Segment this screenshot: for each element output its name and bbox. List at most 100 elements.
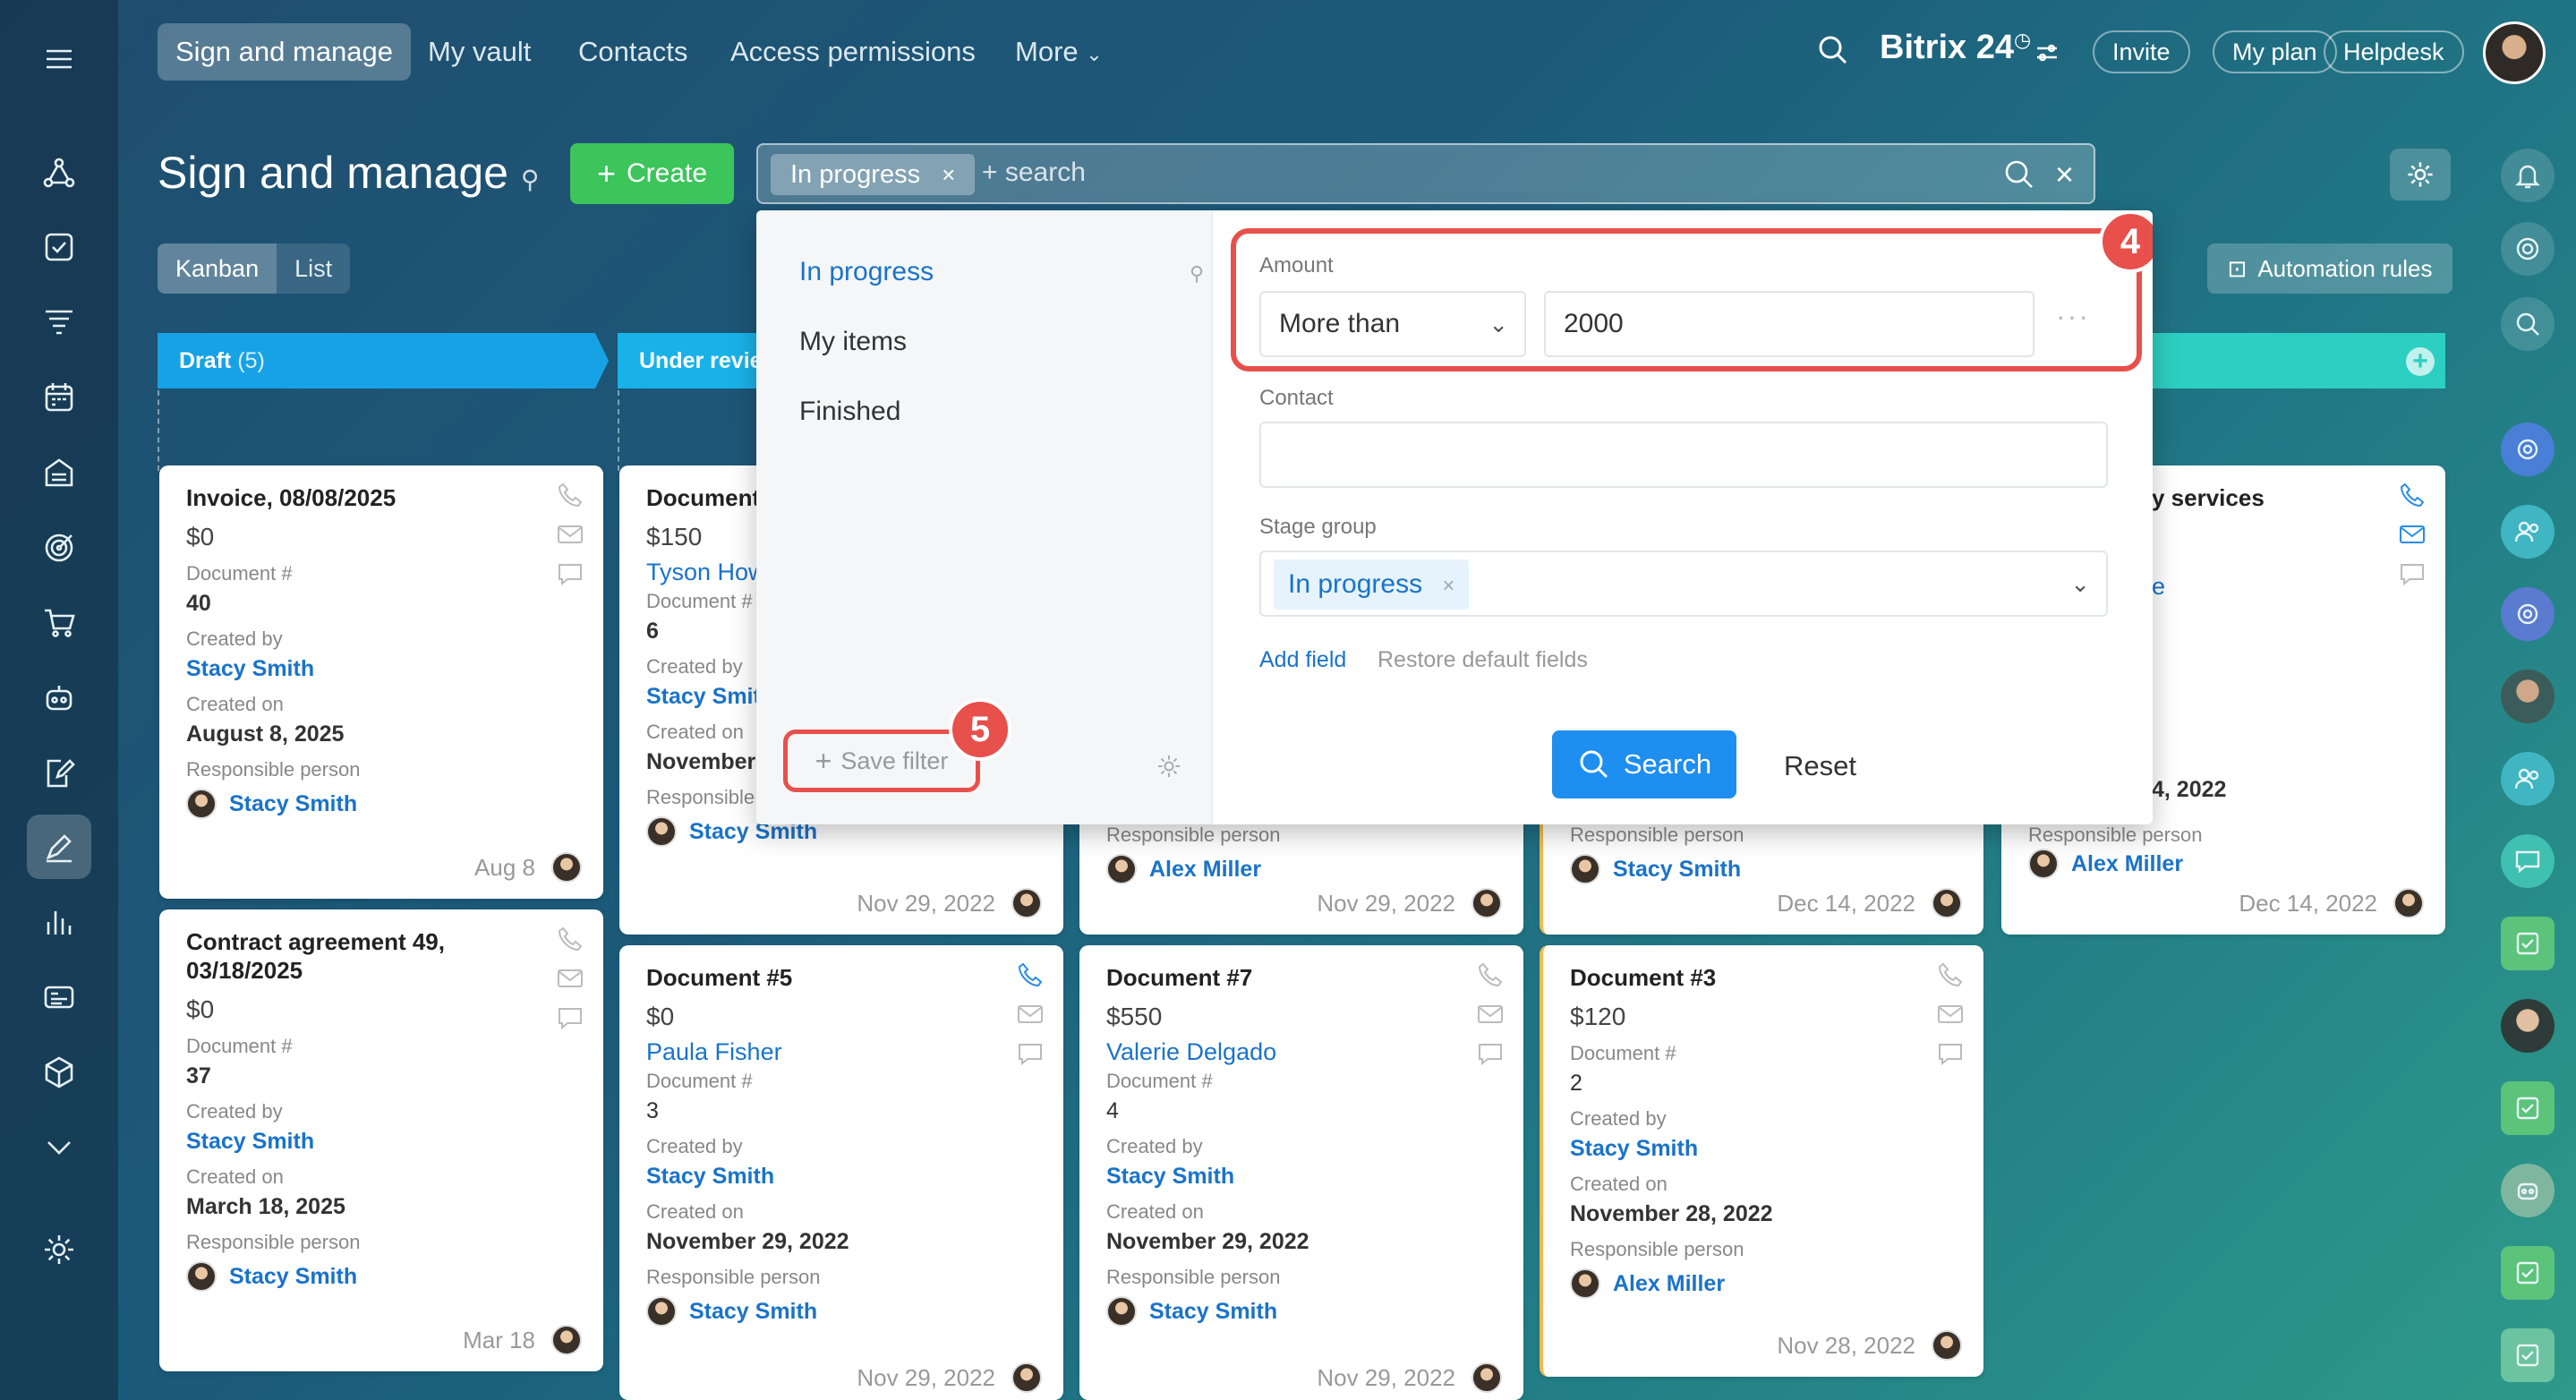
- mail-icon[interactable]: [555, 963, 585, 994]
- analytics-icon[interactable]: [27, 890, 91, 954]
- column-header-services[interactable]: +: [2153, 333, 2445, 388]
- phone-icon[interactable]: [1475, 960, 1506, 990]
- search-filter-tag[interactable]: In progress ×: [771, 154, 976, 195]
- settings-icon[interactable]: [27, 1217, 91, 1282]
- nav-contacts[interactable]: Contacts: [560, 23, 705, 81]
- document-edit-icon[interactable]: [27, 741, 91, 806]
- automation-rules-button[interactable]: ⊡ Automation rules: [2207, 243, 2452, 294]
- mail-icon[interactable]: [1475, 999, 1506, 1029]
- task-check-icon[interactable]: [2501, 917, 2555, 970]
- stage-tag[interactable]: In progress ×: [1274, 559, 1470, 610]
- card-title[interactable]: Contract agreement 49, 03/18/2025: [186, 927, 482, 985]
- tasks-icon[interactable]: [27, 215, 91, 279]
- card-responsible[interactable]: Stacy Smith: [689, 1299, 817, 1325]
- user-avatar[interactable]: [2483, 21, 2546, 84]
- nav-my-vault[interactable]: My vault: [410, 23, 549, 81]
- group-icon[interactable]: [2501, 752, 2555, 806]
- mail-icon[interactable]: [1015, 999, 1045, 1029]
- chat-icon[interactable]: [555, 1003, 585, 1033]
- kanban-card[interactable]: Document #3 $120 Document # 2 Created by…: [1540, 945, 1983, 1377]
- kanban-card[interactable]: Document #7 $550 Valerie Delgado Documen…: [1079, 945, 1523, 1400]
- card-contact[interactable]: e: [2152, 573, 2165, 601]
- close-icon[interactable]: ×: [1442, 574, 1454, 598]
- add-field-link[interactable]: Add field: [1259, 647, 1346, 673]
- search-button[interactable]: Search: [1552, 730, 1736, 798]
- pin-icon[interactable]: ⚲: [521, 166, 540, 193]
- card-responsible[interactable]: Stacy Smith: [1149, 1299, 1277, 1325]
- funnel-icon[interactable]: [27, 290, 91, 354]
- filter-search-bar[interactable]: In progress × + search ×: [756, 143, 2095, 204]
- copilot-icon[interactable]: [2501, 423, 2555, 476]
- preset-in-progress[interactable]: In progress: [799, 257, 934, 287]
- chat-icon[interactable]: [2397, 559, 2427, 589]
- card-created-by[interactable]: Stacy Smith: [1106, 1164, 1497, 1190]
- nav-access-permissions[interactable]: Access permissions: [712, 23, 994, 81]
- card-title[interactable]: Document #7: [1106, 963, 1497, 992]
- mail-icon[interactable]: [555, 519, 585, 550]
- restore-default-fields-link[interactable]: Restore default fields: [1378, 647, 1588, 673]
- card-contact[interactable]: Paula Fisher: [646, 1038, 1036, 1066]
- stage-group-select[interactable]: In progress × ⌄: [1259, 551, 2108, 617]
- my-plan-button[interactable]: My plan: [2213, 30, 2337, 73]
- kanban-card[interactable]: Document #5 $0 Paula Fisher Document # 3…: [619, 945, 1063, 1400]
- target-icon[interactable]: [27, 516, 91, 580]
- phone-icon[interactable]: [2397, 480, 2427, 510]
- settings-sliders-icon[interactable]: [2034, 39, 2060, 71]
- contact-avatar[interactable]: [2501, 999, 2555, 1053]
- chat-icon[interactable]: [2501, 834, 2555, 888]
- kanban-card[interactable]: Invoice, 08/08/2025 $0 Document # 40 Cre…: [159, 465, 603, 899]
- task-check-icon[interactable]: [2501, 1246, 2555, 1300]
- card-created-by[interactable]: Stacy Smith: [186, 1129, 576, 1155]
- kanban-card[interactable]: Responsible person Stacy Smith Dec 14, 2…: [1540, 806, 1983, 935]
- contact-input[interactable]: [1259, 422, 2108, 488]
- nav-sign-and-manage[interactable]: Sign and manage: [158, 23, 412, 81]
- invite-button[interactable]: Invite: [2093, 30, 2190, 73]
- task-check-icon[interactable]: [2501, 1328, 2555, 1382]
- chat-icon[interactable]: [1935, 1038, 1966, 1069]
- card-title[interactable]: Document #5: [646, 963, 1036, 992]
- card-responsible[interactable]: Stacy Smith: [229, 1264, 357, 1290]
- preset-my-items[interactable]: My items: [799, 327, 907, 357]
- chat-icon[interactable]: [1015, 1038, 1045, 1069]
- card-responsible[interactable]: Alex Miller: [1613, 1271, 1725, 1297]
- bell-icon[interactable]: [2501, 149, 2555, 202]
- bot-icon[interactable]: [2501, 1164, 2555, 1217]
- flow-icon[interactable]: [27, 141, 91, 206]
- card-responsible[interactable]: Alex Miller: [2071, 851, 2183, 877]
- package-icon[interactable]: [27, 1040, 91, 1105]
- contact-card-icon[interactable]: [27, 965, 91, 1029]
- nav-more[interactable]: More ⌄: [997, 23, 1121, 81]
- column-header-draft[interactable]: Draft (5): [158, 333, 609, 388]
- task-check-icon[interactable]: [2501, 1081, 2555, 1135]
- menu-icon[interactable]: [27, 27, 91, 91]
- helpdesk-button[interactable]: Helpdesk: [2324, 30, 2464, 73]
- contact-avatar[interactable]: [2501, 670, 2555, 723]
- tab-list[interactable]: List: [277, 243, 351, 294]
- phone-icon[interactable]: [555, 924, 585, 954]
- card-responsible[interactable]: Alex Miller: [1149, 857, 1261, 883]
- group-icon[interactable]: [2501, 505, 2555, 559]
- card-created-by[interactable]: Stacy Smith: [646, 1164, 1036, 1190]
- robot-icon[interactable]: [27, 666, 91, 730]
- card-responsible[interactable]: Stacy Smith: [229, 791, 357, 817]
- search-icon[interactable]: [2002, 158, 2036, 196]
- cart-icon[interactable]: [27, 591, 91, 655]
- card-created-by[interactable]: Stacy Smith: [1570, 1136, 1957, 1162]
- preset-finished[interactable]: Finished: [799, 397, 900, 427]
- search-icon[interactable]: [2501, 297, 2555, 351]
- storage-icon[interactable]: [27, 440, 91, 505]
- reset-button[interactable]: Reset: [1784, 750, 1856, 782]
- calendar-icon[interactable]: [27, 365, 91, 430]
- clear-icon[interactable]: ×: [2055, 158, 2074, 192]
- add-icon[interactable]: +: [2406, 347, 2435, 376]
- kanban-card[interactable]: Contract agreement 49, 03/18/2025 $0 Doc…: [159, 909, 603, 1371]
- search-icon[interactable]: [1815, 32, 1851, 73]
- card-title[interactable]: Invoice, 08/08/2025: [186, 483, 576, 512]
- close-icon[interactable]: ×: [942, 161, 955, 188]
- chevron-down-icon[interactable]: [27, 1115, 91, 1180]
- kanban-card[interactable]: Responsible person Alex Miller Nov 29, 2…: [1079, 806, 1523, 935]
- create-button[interactable]: + Create: [570, 143, 734, 204]
- pin-icon[interactable]: ⚲: [1190, 262, 1204, 286]
- chat-icon[interactable]: [555, 559, 585, 589]
- chat-icon[interactable]: [1475, 1038, 1506, 1069]
